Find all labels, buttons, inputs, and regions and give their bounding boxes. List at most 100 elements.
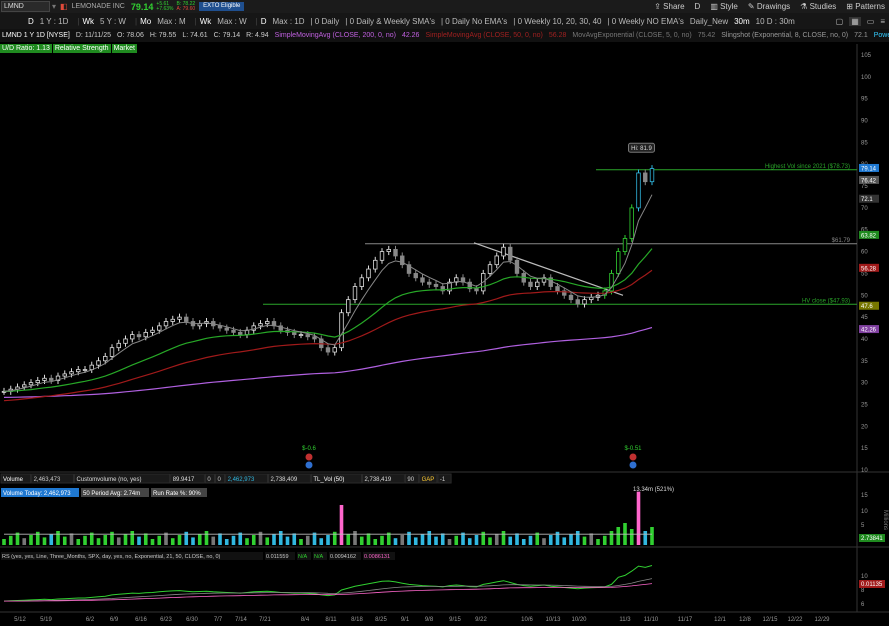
candle[interactable] (589, 297, 594, 301)
volume-bar[interactable] (224, 539, 229, 545)
earnings-icon[interactable] (305, 453, 313, 461)
volume-bar[interactable] (467, 538, 472, 545)
volume-bar[interactable] (494, 534, 499, 545)
volume-bar[interactable] (616, 527, 621, 545)
candle[interactable] (116, 342, 121, 349)
candle[interactable] (123, 338, 128, 344)
candle[interactable] (217, 325, 223, 329)
candle[interactable] (622, 238, 628, 252)
volume-bar[interactable] (575, 531, 580, 545)
volume-bar[interactable] (103, 535, 108, 545)
volume-bar[interactable] (319, 538, 324, 545)
candle[interactable] (69, 371, 74, 375)
candle[interactable] (487, 264, 493, 274)
candle[interactable] (22, 384, 27, 388)
candle[interactable] (157, 325, 162, 331)
volume-bar[interactable] (191, 537, 195, 545)
volume-bar[interactable] (231, 535, 236, 545)
volume-bar[interactable] (22, 538, 27, 545)
candle[interactable] (433, 283, 439, 287)
candle[interactable] (568, 294, 574, 301)
candle[interactable] (582, 299, 587, 305)
volume-bar[interactable] (366, 533, 371, 545)
volume-bar[interactable] (292, 533, 297, 545)
volume-bar[interactable] (251, 535, 256, 545)
volume-bar[interactable] (177, 535, 182, 545)
volume-bar[interactable] (29, 535, 33, 545)
candle[interactable] (136, 334, 142, 338)
volume-bar[interactable] (116, 537, 121, 545)
volume-bar[interactable] (42, 537, 47, 545)
candle[interactable] (130, 334, 135, 340)
volume-bar[interactable] (589, 533, 594, 545)
volume-bar[interactable] (8, 535, 13, 545)
volume-bar[interactable] (427, 531, 432, 545)
volume-bar[interactable] (420, 534, 425, 545)
volume-bar[interactable] (454, 535, 459, 545)
candle[interactable] (325, 347, 331, 353)
volume-bar[interactable] (596, 539, 600, 545)
dividend-icon[interactable] (305, 461, 313, 469)
volume-bar[interactable] (285, 536, 290, 545)
volume-bar[interactable] (346, 534, 351, 545)
candle[interactable] (238, 331, 243, 335)
volume-bar[interactable] (245, 538, 249, 545)
volume-bar[interactable] (609, 531, 614, 545)
volume-bar[interactable] (150, 539, 155, 545)
candle[interactable] (346, 299, 351, 314)
volume-bar[interactable] (56, 531, 60, 545)
volume-bar[interactable] (69, 533, 74, 545)
candle[interactable] (501, 246, 506, 257)
volume-bar[interactable] (184, 531, 189, 545)
volume-bar[interactable] (521, 539, 526, 545)
candle[interactable] (258, 323, 263, 327)
volume-bar[interactable] (83, 535, 87, 545)
volume-bar[interactable] (96, 538, 101, 545)
volume-bar[interactable] (326, 535, 330, 545)
volume-bar[interactable] (265, 537, 270, 545)
volume-bar[interactable] (130, 531, 135, 545)
candle[interactable] (231, 329, 236, 333)
trendline[interactable] (473, 242, 624, 296)
candle[interactable] (535, 281, 540, 287)
volume-bar[interactable] (332, 531, 337, 545)
candle[interactable] (109, 347, 115, 357)
volume-bar[interactable] (258, 531, 263, 545)
candle[interactable] (265, 321, 270, 325)
volume-bar[interactable] (2, 539, 6, 545)
volume-bar[interactable] (373, 539, 378, 545)
volume-bar[interactable] (542, 538, 546, 545)
candle[interactable] (629, 207, 634, 239)
candle[interactable] (359, 277, 364, 287)
volume-bar[interactable] (272, 534, 276, 545)
volume-bar[interactable] (555, 531, 560, 545)
volume-bar[interactable] (76, 539, 81, 545)
candle[interactable] (366, 268, 371, 279)
candle[interactable] (42, 377, 47, 381)
volume-bar[interactable] (528, 535, 533, 545)
candle[interactable] (494, 255, 499, 266)
candle[interactable] (292, 331, 297, 335)
candle[interactable] (427, 281, 432, 285)
candle[interactable] (393, 248, 398, 257)
volume-bar[interactable] (123, 534, 128, 545)
candle[interactable] (143, 331, 148, 338)
volume-bar[interactable] (488, 537, 492, 545)
candle[interactable] (528, 281, 533, 287)
volume-bar[interactable] (359, 536, 364, 545)
volume-bar[interactable] (501, 531, 506, 545)
volume-bar[interactable] (582, 536, 587, 545)
candle[interactable] (28, 382, 34, 386)
volume-bar[interactable] (515, 533, 519, 545)
volume-bar[interactable] (305, 535, 310, 545)
volume-bar[interactable] (170, 538, 175, 545)
volume-bar[interactable] (353, 531, 357, 545)
candle[interactable] (170, 318, 175, 322)
candle[interactable] (312, 336, 317, 340)
candle[interactable] (420, 277, 425, 283)
earnings-icon[interactable] (629, 453, 637, 461)
volume-bar[interactable] (143, 533, 148, 545)
volume-bar[interactable] (62, 536, 67, 545)
candle[interactable] (305, 334, 310, 338)
volume-bar[interactable] (508, 536, 513, 545)
